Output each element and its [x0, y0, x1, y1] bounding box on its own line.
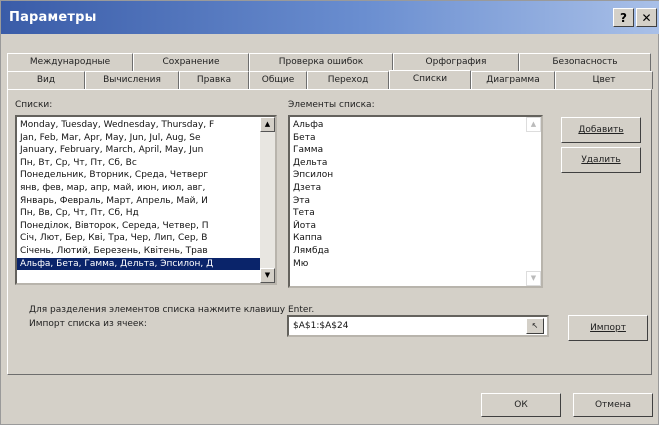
custom-list-item[interactable]: Понедельник, Вторник, Среда, Четверг: [17, 169, 260, 182]
lists-scrollbar[interactable]: ▲ ▼: [260, 117, 275, 283]
delete-button[interactable]: Удалить: [561, 147, 641, 173]
import-range-input[interactable]: $A$1:$A$24: [287, 315, 549, 337]
tab-transition[interactable]: Переход: [307, 71, 389, 89]
tab-general[interactable]: Общие: [249, 71, 307, 89]
tab-error-checking[interactable]: Проверка ошибок: [249, 53, 393, 71]
list-entry-line: Йота: [293, 220, 316, 231]
list-entry-line: Мю: [293, 258, 309, 269]
custom-list-item[interactable]: Січень, Лютий, Березень, Квітень, Трав: [17, 245, 260, 258]
custom-list-item[interactable]: янв, фев, мар, апр, май, июн, июл, авг,: [17, 182, 260, 195]
list-entry-line: Дзета: [293, 182, 322, 193]
custom-list-item[interactable]: Пн, Вв, Ср, Чт, Пт, Сб, Нд: [17, 207, 260, 220]
entries-scroll-down-icon[interactable]: ▼: [526, 271, 541, 286]
collapse-dialog-icon[interactable]: ↖: [526, 318, 544, 334]
list-entry-line: Эта: [293, 195, 311, 206]
add-button-label: Добавить: [578, 125, 624, 135]
list-entry-line: Альфа: [293, 120, 324, 130]
cancel-button-label: Отмена: [594, 400, 632, 410]
tab-edit[interactable]: Правка: [179, 71, 249, 89]
list-entry-line: Лямбда: [293, 245, 330, 256]
dialog-title: Параметры: [9, 10, 97, 25]
tab-view[interactable]: Вид: [7, 71, 85, 89]
cancel-button[interactable]: Отмена: [573, 393, 653, 417]
ok-button[interactable]: ОК: [481, 393, 561, 417]
import-button-label: Импорт: [590, 323, 626, 333]
add-button[interactable]: Добавить: [561, 117, 641, 143]
custom-list-item[interactable]: January, February, March, April, May, Ju…: [17, 144, 260, 157]
lists-label: Списки:: [15, 100, 53, 110]
enter-hint-text: Для разделения элементов списка нажмите …: [29, 305, 315, 315]
custom-list-item[interactable]: Понеділок, Вівторок, Середа, Четвер, П: [17, 220, 260, 233]
list-entry-line: Гамма: [293, 145, 324, 156]
tab-spelling[interactable]: Орфография: [393, 53, 519, 71]
list-entry-line: Дельта: [293, 157, 328, 168]
custom-list-item[interactable]: Пн, Вт, Ср, Чт, Пт, Сб, Вс: [17, 157, 260, 170]
scroll-down-icon[interactable]: ▼: [260, 268, 275, 283]
elements-label: Элементы списка:: [288, 100, 375, 110]
tab-custom-lists[interactable]: Списки: [389, 70, 471, 89]
list-entries-textbox[interactable]: Альфа Бета Гамма Дельта Эпсилон Дзета Эта Тета Й…: [288, 115, 543, 288]
list-entry-line: Бета: [293, 132, 316, 143]
list-entry-line: Каппа: [293, 233, 323, 244]
custom-list-item[interactable]: Jan, Feb, Mar, Apr, May, Jun, Jul, Aug, …: [17, 132, 260, 145]
list-entries-rows: Альфа Бета Гамма Дельта Эпсилон Дзета Эта Тета Й…: [290, 117, 526, 270]
tab-security[interactable]: Безопасность: [519, 53, 651, 71]
tab-color[interactable]: Цвет: [555, 71, 653, 89]
tab-calculation[interactable]: Вычисления: [85, 71, 179, 89]
custom-lists-rows: Monday, Tuesday, Wednesday, Thursday, FJ…: [17, 117, 260, 271]
import-button[interactable]: Импорт: [568, 315, 648, 341]
title-bar[interactable]: Параметры ? ✕: [1, 1, 659, 34]
tab-row-top: Международные Сохранение Проверка ошибок…: [7, 53, 651, 71]
custom-list-item[interactable]: Альфа, Бета, Гамма, Дельта, Эпсилон, Д: [17, 257, 260, 271]
custom-lists-listbox[interactable]: Monday, Tuesday, Wednesday, Thursday, FJ…: [15, 115, 277, 285]
tab-save[interactable]: Сохранение: [133, 53, 249, 71]
tab-international[interactable]: Международные: [7, 53, 133, 71]
help-button[interactable]: ?: [613, 8, 634, 27]
options-dialog: Параметры ? ✕ Международные Сохранение П…: [0, 0, 659, 425]
tab-row-bottom: Вид Вычисления Правка Общие Переход Спис…: [7, 70, 653, 89]
entries-scroll-up-icon[interactable]: ▲: [526, 117, 541, 132]
close-button[interactable]: ✕: [636, 8, 657, 27]
custom-list-item[interactable]: Январь, Февраль, Март, Апрель, Май, И: [17, 195, 260, 208]
custom-list-item[interactable]: Monday, Tuesday, Wednesday, Thursday, F: [17, 119, 260, 132]
import-label: Импорт списка из ячеек:: [29, 319, 147, 329]
custom-list-item[interactable]: Січ, Лют, Бер, Кві, Тра, Чер, Лип, Сер, …: [17, 232, 260, 245]
entries-scrollbar[interactable]: ▲ ▼: [526, 117, 541, 286]
ok-button-label: ОК: [514, 400, 528, 410]
import-range-value: $A$1:$A$24: [293, 321, 349, 331]
list-entry-line: Эпсилон: [293, 170, 334, 181]
scroll-up-icon[interactable]: ▲: [260, 117, 275, 132]
list-entry-line: Тета: [293, 208, 315, 219]
tab-chart[interactable]: Диаграмма: [471, 71, 555, 89]
delete-button-label: Удалить: [581, 155, 621, 165]
